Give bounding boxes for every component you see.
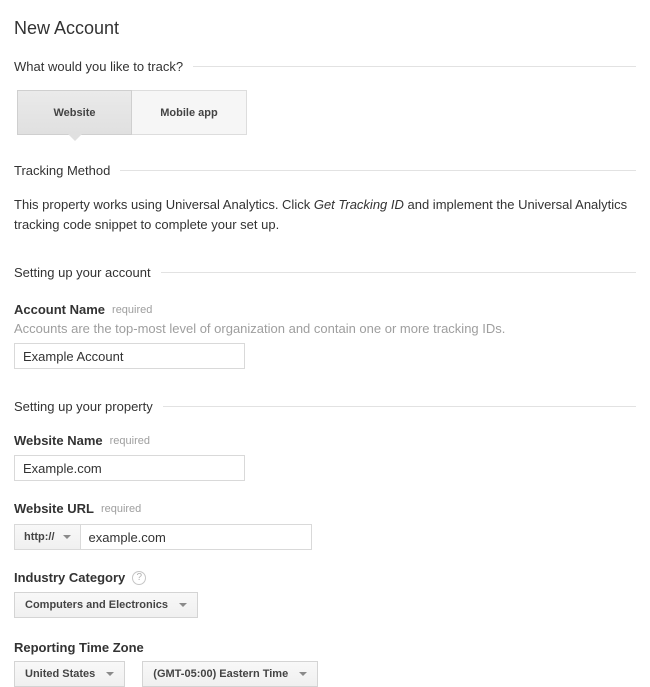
tab-mobile-app-label: Mobile app (160, 107, 217, 119)
account-section-heading: Setting up your account (14, 265, 636, 280)
account-name-required-tag: required (112, 304, 152, 316)
account-name-label: Account Name required (14, 302, 636, 317)
new-account-page: New Account What would you like to track… (0, 0, 650, 687)
account-name-label-text: Account Name (14, 302, 105, 317)
track-section-heading-label: What would you like to track? (14, 59, 183, 74)
time-zone-value: (GMT-05:00) Eastern Time (153, 668, 288, 680)
website-name-required-tag: required (110, 435, 150, 447)
url-protocol-value: http:// (24, 531, 55, 543)
property-section-heading: Setting up your property (14, 399, 636, 414)
divider (120, 170, 636, 171)
industry-category-dropdown[interactable]: Computers and Electronics (14, 592, 198, 618)
track-section-heading: What would you like to track? (14, 59, 636, 74)
industry-category-label: Industry Category ? (14, 570, 636, 585)
help-icon[interactable]: ? (132, 571, 146, 585)
tracking-method-heading-label: Tracking Method (14, 163, 110, 178)
divider (193, 66, 636, 67)
country-dropdown[interactable]: United States (14, 661, 125, 687)
industry-category-value: Computers and Electronics (25, 599, 168, 611)
url-protocol-dropdown[interactable]: http:// (14, 524, 81, 550)
website-name-label-text: Website Name (14, 433, 103, 448)
account-name-helper-text: Accounts are the top-most level of organ… (14, 321, 636, 336)
reporting-time-zone-row: United States (GMT-05:00) Eastern Time (14, 661, 636, 687)
track-type-tabs: Website Mobile app (17, 90, 636, 135)
account-section-heading-label: Setting up your account (14, 265, 151, 280)
reporting-time-zone-label: Reporting Time Zone (14, 640, 636, 655)
tab-website[interactable]: Website (17, 90, 132, 135)
divider (163, 406, 636, 407)
chevron-down-icon (106, 672, 114, 676)
country-value: United States (25, 668, 95, 680)
tab-website-label: Website (54, 107, 96, 119)
tracking-method-heading: Tracking Method (14, 163, 636, 178)
tracking-method-description: This property works using Universal Anal… (14, 195, 636, 235)
website-name-label: Website Name required (14, 433, 636, 448)
account-name-input[interactable] (14, 343, 245, 369)
property-section-heading-label: Setting up your property (14, 399, 153, 414)
divider (161, 272, 636, 273)
description-text-before: This property works using Universal Anal… (14, 197, 314, 212)
page-title: New Account (14, 18, 636, 39)
reporting-time-zone-label-text: Reporting Time Zone (14, 640, 144, 655)
website-name-input[interactable] (14, 455, 245, 481)
industry-category-label-text: Industry Category (14, 570, 125, 585)
chevron-down-icon (299, 672, 307, 676)
website-url-input[interactable] (80, 524, 312, 550)
chevron-down-icon (179, 603, 187, 607)
website-url-row: http:// (14, 524, 636, 550)
website-url-required-tag: required (101, 503, 141, 515)
website-url-label-text: Website URL (14, 501, 94, 516)
get-tracking-id-text: Get Tracking ID (314, 197, 404, 212)
time-zone-dropdown[interactable]: (GMT-05:00) Eastern Time (142, 661, 318, 687)
chevron-down-icon (63, 535, 71, 539)
website-url-label: Website URL required (14, 501, 636, 516)
tab-mobile-app[interactable]: Mobile app (132, 90, 247, 135)
